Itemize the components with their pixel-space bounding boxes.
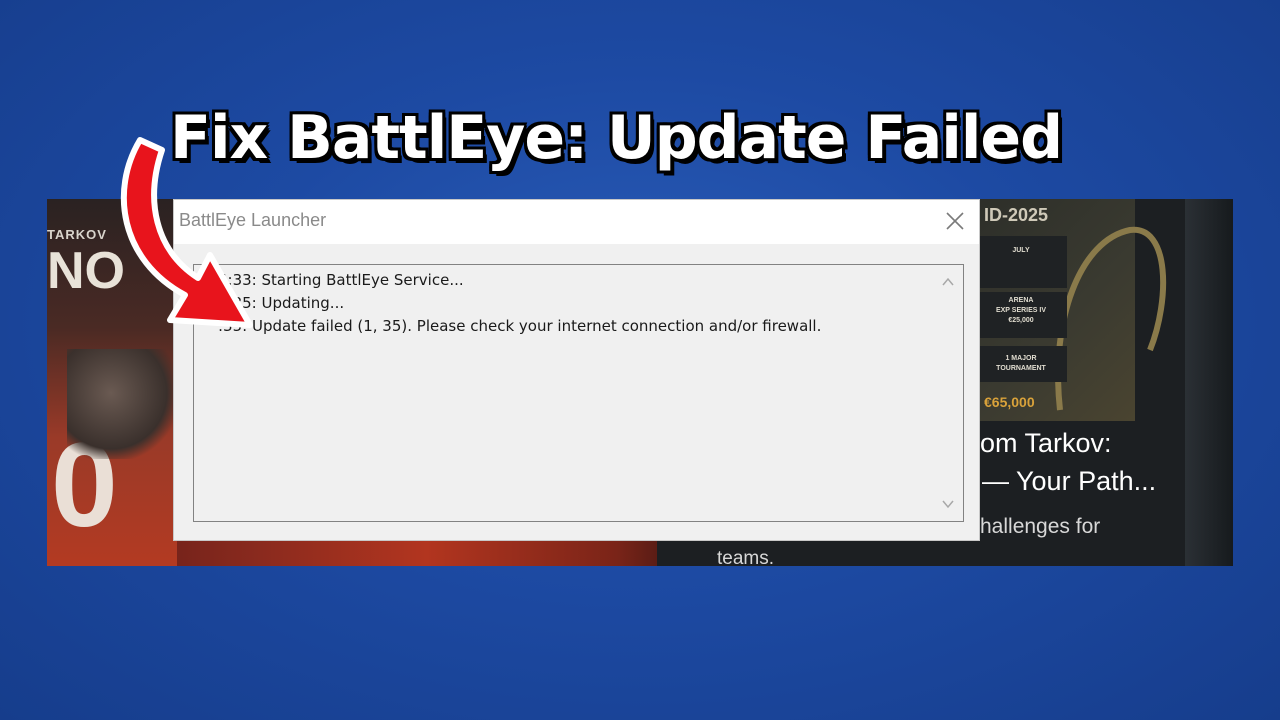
tournament-prize: €65,000 [984,394,1035,410]
log-line: :35: Update failed (1, 35). Please check… [218,317,822,335]
news-body-line1: hallenges for [980,515,1101,538]
close-icon[interactable] [943,209,967,233]
dialog-titlebar: BattlEye Launcher [174,200,979,244]
tournament-cell-text: ARENA EXP SERIES IV €25,000 [995,297,1047,324]
scroll-down-arrow-icon[interactable] [941,497,955,511]
news-body-line2: teams. [717,548,775,569]
game-logo-text: TARKOV [47,227,107,242]
log-line: 4:33: Starting BattlEye Service... [218,271,464,289]
log-line: 4:35: Updating... [218,294,345,312]
game-side-bar [1185,199,1233,566]
log-lines: 4:33: Starting BattlEye Service... 4:35:… [218,269,821,338]
tournament-cell-text: JULY [1012,247,1030,254]
news-headline-line1: om Tarkov: [980,428,1112,458]
red-arrow-icon [120,137,253,328]
tournament-cell-arena: ARENA EXP SERIES IV €25,000 [975,292,1067,338]
tournament-header: ID-2025 [984,205,1049,225]
log-textbox[interactable]: 4:33: Starting BattlEye Service... 4:35:… [193,264,964,522]
headline: Fix BattlEye: Update Failed [170,103,1063,173]
news-headline-line2: — Your Path... [982,466,1157,496]
tournament-cell-major: 1 MAJOR TOURNAMENT [975,346,1067,382]
battleye-dialog: BattlEye Launcher 4:33: Starting BattlEy… [173,199,980,541]
tournament-cell-july: JULY [975,236,1067,288]
soldier-figure [67,349,177,459]
tournament-cell-text: 1 MAJOR TOURNAMENT [996,355,1046,372]
scroll-up-arrow-icon[interactable] [941,275,955,289]
